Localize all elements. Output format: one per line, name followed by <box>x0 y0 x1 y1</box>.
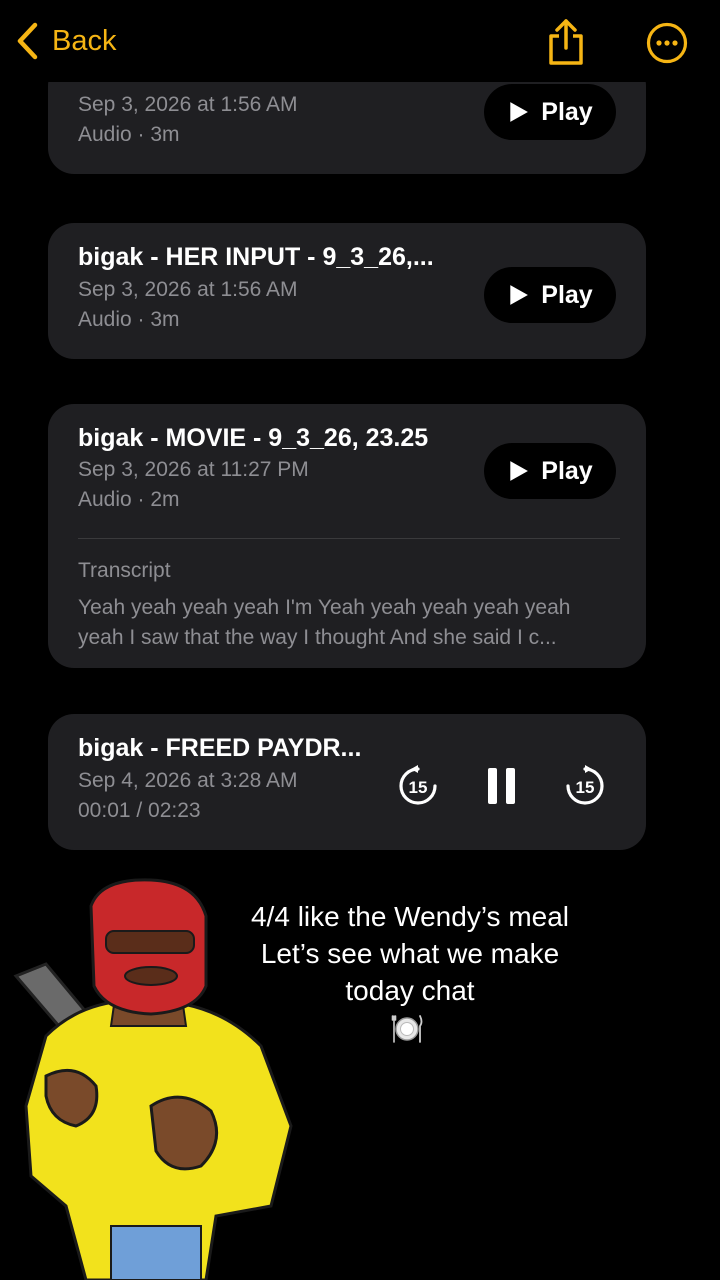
play-button[interactable]: Play <box>484 84 616 140</box>
back-label: Back <box>52 24 117 57</box>
recording-title: bigak - MOVIE - 9_3_26, 23.25 <box>78 424 429 452</box>
playback-progress: 00:01 / 02:23 <box>78 799 201 822</box>
recording-info: Audio · 3m <box>78 308 180 331</box>
transcript-line: Yeah yeah yeah yeah I'm Yeah yeah yeah y… <box>78 596 571 619</box>
back-button[interactable]: Back <box>14 22 116 60</box>
more-options-icon[interactable] <box>646 22 688 64</box>
skip-forward-seconds: 15 <box>576 778 595 797</box>
caption-line: Let’s see what we make <box>260 938 560 969</box>
video-caption: 4/4 like the Wendy’s meal Let’s see what… <box>200 898 620 1009</box>
caption-line: 4/4 like the Wendy’s meal <box>250 901 570 932</box>
recording-title: bigak - HER INPUT - 9_3_26,... <box>78 243 434 271</box>
recording-info: Audio · 3m <box>78 123 180 146</box>
skip-forward-15-icon[interactable]: 15 <box>563 764 607 808</box>
divider <box>78 538 620 539</box>
play-button[interactable]: Play <box>484 267 616 323</box>
transcript-label: Transcript <box>78 559 171 582</box>
recording-date: Sep 3, 2026 at 1:56 AM <box>78 278 298 301</box>
play-icon <box>510 285 529 305</box>
plate-icon <box>391 1015 423 1043</box>
recording-date: Sep 4, 2026 at 3:28 AM <box>78 769 298 792</box>
transcript-line: yeah I saw that the way I thought And sh… <box>78 626 557 649</box>
recording-date: Sep 3, 2026 at 11:27 PM <box>78 458 309 481</box>
share-icon[interactable] <box>546 18 586 66</box>
skip-back-seconds: 15 <box>409 778 428 797</box>
navigation-bar: Back <box>0 0 720 82</box>
recording-date: Sep 3, 2026 at 1:56 AM <box>78 93 298 116</box>
recording-info: Audio · 2m <box>78 488 180 511</box>
play-label: Play <box>541 280 593 309</box>
play-label: Play <box>541 456 593 485</box>
pause-icon[interactable] <box>486 766 518 806</box>
play-icon <box>510 102 529 122</box>
recording-card[interactable]: bigak - HER INPUT - 9_3_26,... Sep 3, 20… <box>48 223 646 359</box>
skip-back-15-icon[interactable]: 15 <box>396 764 440 808</box>
transcript-text[interactable]: Yeah yeah yeah yeah I'm Yeah yeah yeah y… <box>78 593 616 653</box>
play-button[interactable]: Play <box>484 443 616 499</box>
recording-card[interactable]: bigak - MOVIE - 9_3_26, 23.25 Sep 3, 202… <box>48 404 646 668</box>
play-label: Play <box>541 97 593 126</box>
caption-line: today chat <box>345 975 475 1006</box>
recording-title: bigak - FREED PAYDR... <box>78 734 362 762</box>
chevron-left-icon <box>17 22 38 60</box>
play-icon <box>510 461 529 481</box>
now-playing-card[interactable]: bigak - FREED PAYDR... Sep 4, 2026 at 3:… <box>48 714 646 850</box>
